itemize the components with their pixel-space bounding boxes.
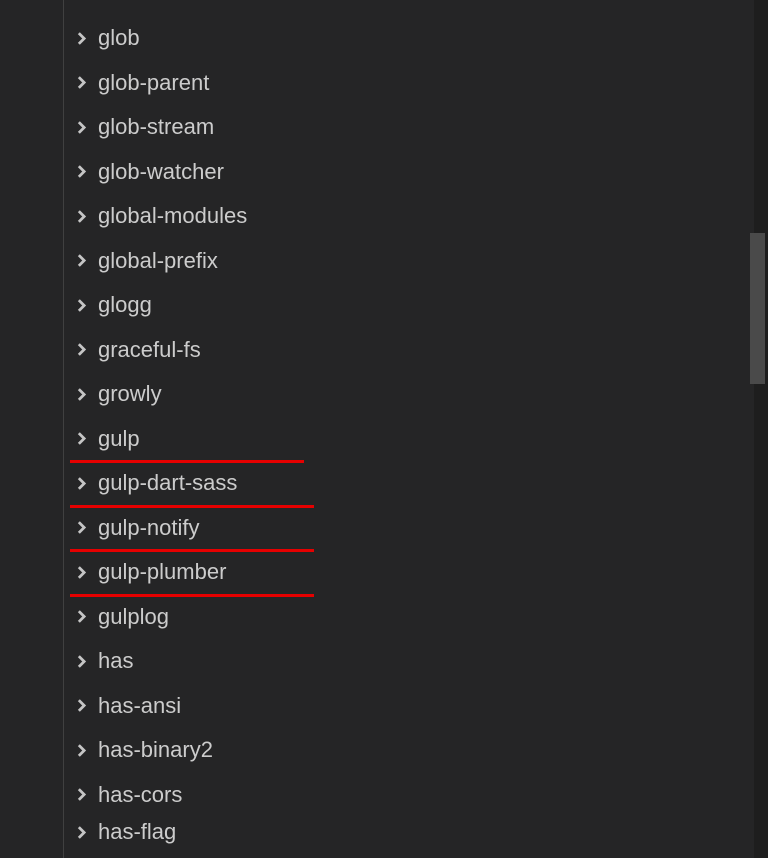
tree-folder-glob-stream[interactable]: glob-stream	[14, 105, 754, 150]
tree-item-label: has-ansi	[98, 693, 181, 719]
tree-item-label: has-flag	[98, 819, 176, 845]
tree-item-label: gulp-plumber	[98, 559, 226, 585]
tree-item-label: gulp-notify	[98, 515, 200, 541]
tree-item-label: gulp-dart-sass	[98, 470, 237, 496]
chevron-right-icon	[70, 517, 92, 539]
tree-folder-glob[interactable]: glob	[14, 16, 754, 61]
tree-item-label: gulp	[98, 426, 140, 452]
tree-item-label: has-cors	[98, 782, 182, 808]
tree-item-label: growly	[98, 381, 162, 407]
tree-folder-has-binary2[interactable]: has-binary2	[14, 728, 754, 773]
chevron-right-icon	[70, 250, 92, 272]
tree-item-label: glob-parent	[98, 70, 209, 96]
tree-item-label: graceful-fs	[98, 337, 201, 363]
chevron-right-icon	[70, 294, 92, 316]
tree-folder-partial-bottom[interactable]: has-flag	[14, 817, 754, 847]
chevron-right-icon	[70, 695, 92, 717]
tree-folder-global-prefix[interactable]: global-prefix	[14, 239, 754, 284]
tree-item-label: gulplog	[98, 604, 169, 630]
tree-item-label: global-prefix	[98, 248, 218, 274]
chevron-right-icon	[70, 72, 92, 94]
chevron-right-icon	[70, 428, 92, 450]
chevron-right-icon	[70, 383, 92, 405]
tree-folder-has-cors[interactable]: has-cors	[14, 773, 754, 818]
scrollbar-thumb[interactable]	[750, 233, 765, 384]
tree-folder-global-modules[interactable]: global-modules	[14, 194, 754, 239]
chevron-right-icon	[70, 205, 92, 227]
tree-folder-gulp-plumber[interactable]: gulp-plumber	[14, 550, 754, 595]
tree-folder-gulp-dart-sass[interactable]: gulp-dart-sass	[14, 461, 754, 506]
tree-item-label: glob-watcher	[98, 159, 224, 185]
chevron-right-icon	[70, 116, 92, 138]
tree-item-label: glogg	[98, 292, 152, 318]
tree-folder-gulp[interactable]: gulp	[14, 417, 754, 462]
chevron-right-icon	[70, 27, 92, 49]
chevron-right-icon	[70, 472, 92, 494]
tree-folder-graceful-fs[interactable]: graceful-fs	[14, 328, 754, 373]
tree-folder-glob-parent[interactable]: glob-parent	[14, 61, 754, 106]
chevron-right-icon	[70, 821, 92, 843]
file-tree: glob glob-parent glob-stream glob-watcher gl…	[14, 0, 754, 858]
tree-folder-has[interactable]: has	[14, 639, 754, 684]
tree-item-label: global-modules	[98, 203, 247, 229]
tree-folder-glogg[interactable]: glogg	[14, 283, 754, 328]
tree-item-label: has-binary2	[98, 737, 213, 763]
tree-folder-growly[interactable]: growly	[14, 372, 754, 417]
left-gutter	[0, 0, 14, 858]
tree-item-label: glob-stream	[98, 114, 214, 140]
chevron-right-icon	[70, 650, 92, 672]
tree-folder-has-ansi[interactable]: has-ansi	[14, 684, 754, 729]
chevron-right-icon	[70, 561, 92, 583]
chevron-right-icon	[70, 784, 92, 806]
tree-item-label: has	[98, 648, 133, 674]
tree-folder-glob-watcher[interactable]: glob-watcher	[14, 150, 754, 195]
chevron-right-icon	[70, 606, 92, 628]
tree-item-label: glob	[98, 25, 140, 51]
chevron-right-icon	[70, 339, 92, 361]
chevron-right-icon	[70, 161, 92, 183]
tree-folder-gulplog[interactable]: gulplog	[14, 595, 754, 640]
tree-folder-gulp-notify[interactable]: gulp-notify	[14, 506, 754, 551]
chevron-right-icon	[70, 739, 92, 761]
